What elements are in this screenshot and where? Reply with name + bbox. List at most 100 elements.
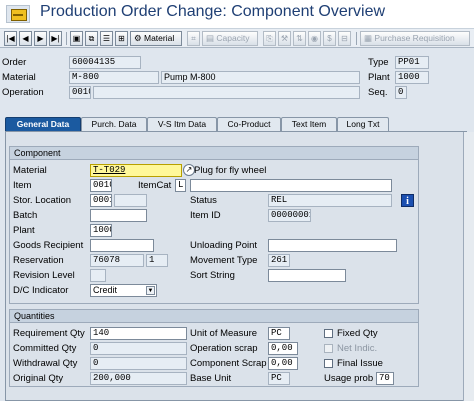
transaction-icon [6, 5, 30, 23]
tab-co-product[interactable]: Co-Product [217, 117, 281, 131]
fixed-qty-checkbox[interactable] [324, 329, 333, 338]
plant-label: Plant [13, 225, 35, 236]
window-title: Production Order Change: Component Overv… [40, 3, 386, 20]
capacity-icon: ▤ [206, 33, 217, 43]
net-indic-label: Net Indic. [337, 343, 378, 354]
material-icon: ⚙ [134, 33, 144, 43]
capacity-button[interactable]: ▤ Capacity [202, 31, 258, 46]
component-group: Component Material T-T029 ↗ Plug for fly… [9, 146, 419, 304]
dc-indicator-value: Credit [93, 285, 118, 295]
component-material-label: Material [13, 165, 47, 176]
first-page-icon[interactable]: |◀ [4, 31, 17, 46]
tab-strip: General Data Purch. Data V-S Itm Data Co… [5, 117, 469, 131]
seq-field: 0 [395, 86, 407, 99]
net-indic-checkbox[interactable] [324, 344, 333, 353]
dc-indicator-select[interactable]: Credit ▼ [90, 284, 157, 297]
committed-qty-field: 0 [90, 342, 187, 355]
purchase-requisition-button[interactable]: ▦ Purchase Requisition [360, 31, 470, 46]
operation-description [93, 86, 360, 99]
stor-location-description [114, 194, 147, 207]
committed-qty-label: Committed Qty [13, 343, 77, 354]
copy-icon[interactable]: ⧉ [85, 31, 98, 46]
goods-recipient-label: Goods Recipient [13, 240, 84, 251]
plant-field[interactable]: 1000 [90, 224, 112, 237]
general-data-panel: Component Material T-T029 ↗ Plug for fly… [5, 131, 467, 401]
plant-field: 1000 [395, 71, 429, 84]
operation-scrap-label: Operation scrap [190, 343, 258, 354]
dropdown-icon[interactable]: ▼ [146, 286, 155, 295]
cost-icon[interactable]: $ [323, 31, 336, 46]
unit-of-measure-field[interactable]: PC [268, 327, 290, 340]
order-label: Order [2, 57, 27, 68]
type-field: PP01 [395, 56, 429, 69]
fixed-qty-label: Fixed Qty [337, 328, 378, 339]
dc-indicator-label: D/C Indicator [13, 285, 69, 296]
material-description: Pump M-800 [161, 71, 360, 84]
item-id-label: Item ID [190, 210, 221, 221]
reservation-field: 76078 [90, 254, 144, 267]
list-icon[interactable]: ☰ [100, 31, 113, 46]
detail-icon[interactable]: ▣ [70, 31, 83, 46]
final-issue-label: Final Issue [337, 358, 383, 369]
original-qty-field: 200,000 [90, 372, 187, 385]
next-page-icon[interactable]: ▶ [34, 31, 47, 46]
goods-recipient-field[interactable] [90, 239, 154, 252]
movement-type-label: Movement Type [190, 255, 258, 266]
operation-field: 0010 [69, 86, 91, 99]
order-field: 60004135 [69, 56, 141, 69]
tab-long-txt[interactable]: Long Txt [337, 117, 389, 131]
prt-icon[interactable]: ⚒ [278, 31, 291, 46]
unloading-point-field[interactable] [268, 239, 397, 252]
title-bar: Production Order Change: Component Overv… [0, 0, 474, 28]
component-scrap-label: Component Scrap [190, 358, 267, 369]
doc-icon[interactable]: ⎘ [263, 31, 276, 46]
type-label: Type [368, 57, 389, 68]
prev-page-icon[interactable]: ◀ [19, 31, 32, 46]
unit-of-measure-label: Unit of Measure [190, 328, 258, 339]
status-label: Status [190, 195, 217, 206]
info-icon[interactable]: i [401, 194, 414, 207]
stor-location-field[interactable]: 0001 [90, 194, 112, 207]
component-text-field[interactable] [190, 179, 392, 192]
requirement-qty-label: Requirement Qty [13, 328, 85, 339]
operation-label: Operation [2, 87, 44, 98]
revision-level-field [90, 269, 106, 282]
tab-purch-data[interactable]: Purch. Data [81, 117, 147, 131]
reservation-label: Reservation [13, 255, 64, 266]
item-field[interactable]: 0010 [90, 179, 112, 192]
movement-type-field: 261 [268, 254, 290, 267]
requirement-qty-field[interactable]: 140 [90, 327, 187, 340]
vertical-scrollbar[interactable] [463, 132, 474, 401]
sort-string-label: Sort String [190, 270, 235, 281]
revision-level-label: Revision Level [13, 270, 75, 281]
component-icon[interactable]: ⊞ [115, 31, 128, 46]
component-scrap-field[interactable]: 0,00 [268, 357, 298, 370]
material-button[interactable]: ⚙ Material [130, 31, 182, 46]
component-material-description: Plug for fly wheel [194, 165, 267, 176]
tab-vs-itm-data[interactable]: V-S Itm Data [147, 117, 217, 131]
itemcat-field[interactable]: L [175, 179, 186, 192]
final-issue-checkbox[interactable] [324, 359, 333, 368]
withdrawal-qty-label: Withdrawal Qty [13, 358, 78, 369]
unloading-point-label: Unloading Point [190, 240, 258, 251]
base-unit-field: PC [268, 372, 290, 385]
quantities-group: Quantities Requirement Qty 140 Unit of M… [9, 309, 419, 387]
component-material-field[interactable]: T-T029 [90, 164, 182, 177]
withdrawal-qty-field: 0 [90, 357, 187, 370]
application-toolbar: |◀ ◀ ▶ ▶| ▣ ⧉ ☰ ⊞ ⚙ Material ⌗ ▤ Capacit… [0, 28, 474, 48]
itemcat-label: ItemCat [138, 180, 172, 191]
status-icon[interactable]: ◉ [308, 31, 321, 46]
usage-prob-field[interactable]: 70 [376, 372, 394, 385]
tab-general-data[interactable]: General Data [5, 117, 81, 131]
settle-icon[interactable]: ⊟ [338, 31, 351, 46]
base-unit-label: Base Unit [190, 373, 232, 384]
batch-field[interactable] [90, 209, 147, 222]
tab-text-item[interactable]: Text Item [281, 117, 337, 131]
last-page-icon[interactable]: ▶| [49, 31, 62, 46]
plant-label: Plant [368, 72, 390, 83]
usage-prob-label: Usage prob [324, 373, 374, 384]
operation-scrap-field[interactable]: 0,00 [268, 342, 298, 355]
seq-icon[interactable]: ⇅ [293, 31, 306, 46]
operations-icon[interactable]: ⌗ [187, 31, 200, 46]
sort-string-field[interactable] [268, 269, 346, 282]
